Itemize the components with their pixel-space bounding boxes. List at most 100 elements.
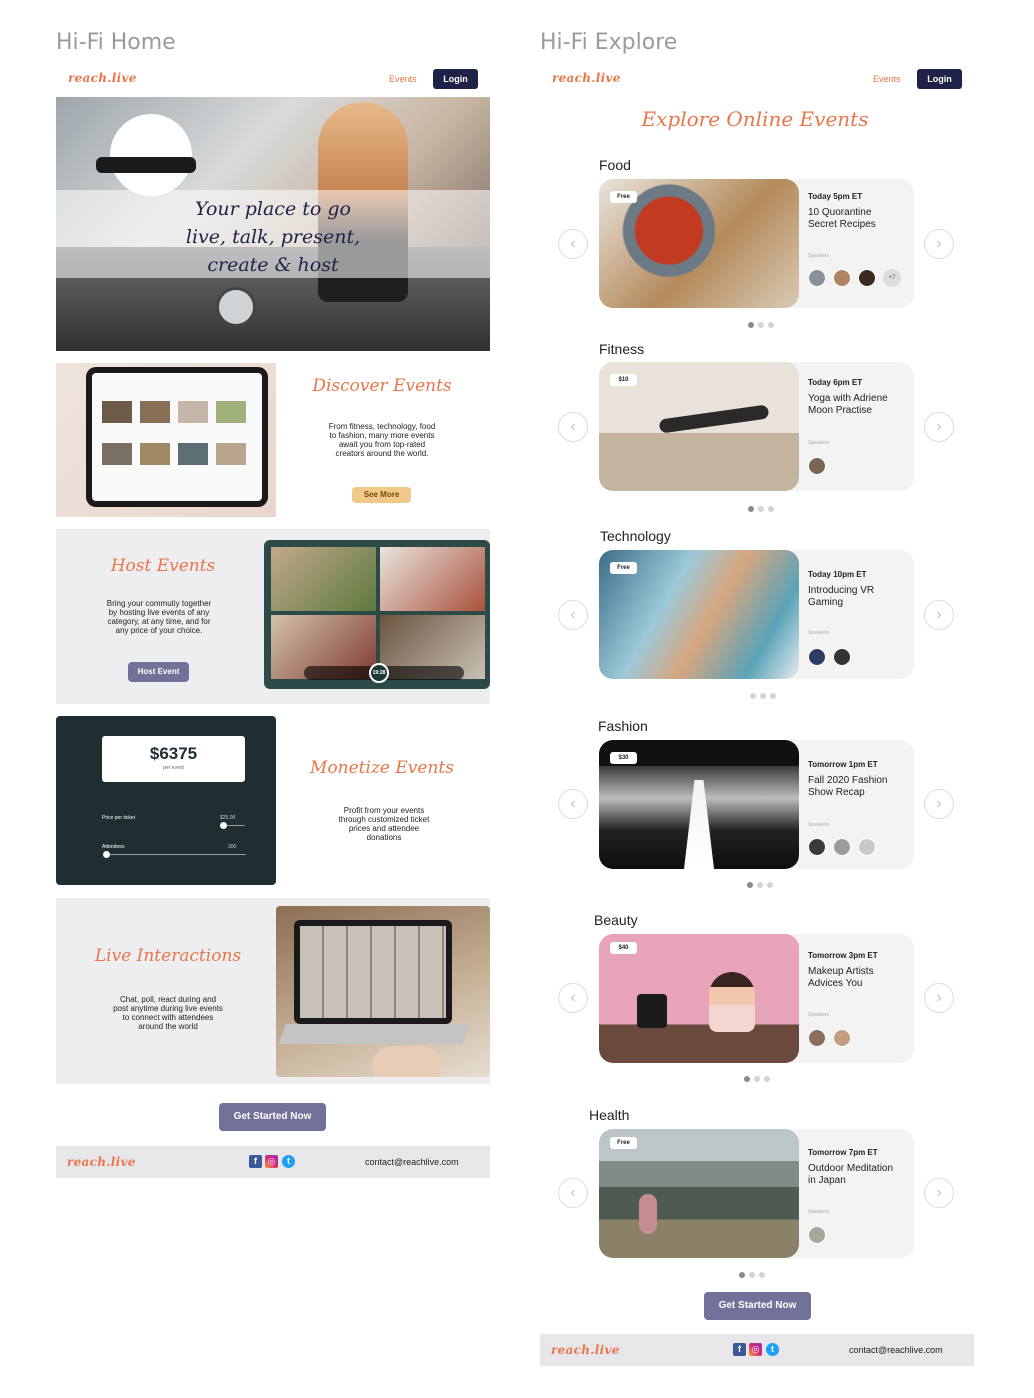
ticket-amount: $6375 [149,744,198,763]
home-logo[interactable]: reach.live [68,71,137,85]
video-call-grid [300,926,446,1018]
speaker-avatar[interactable] [833,269,851,287]
technology-next-arrow[interactable]: › [924,600,954,630]
price-badge-food: Free [610,191,637,203]
chevron-left-icon: ‹ [570,795,576,812]
technology-prev-arrow[interactable]: ‹ [558,600,588,630]
explore-get-started-button[interactable]: Get Started Now [704,1292,811,1320]
home-footer-email[interactable]: contact@reachlive.com [365,1157,459,1167]
event-card-health[interactable]: Free Tomorrow 7pm ET Outdoor Meditation i… [599,1129,914,1258]
speaker-avatar[interactable] [808,1029,826,1047]
event-title-line-1: Outdoor Meditation [808,1163,894,1174]
tablet-screen [92,373,262,501]
twitter-icon[interactable]: t [766,1343,779,1356]
fitness-next-arrow[interactable]: › [924,412,954,442]
fitness-prev-arrow[interactable]: ‹ [558,412,588,442]
category-label-technology: Technology [600,528,671,544]
video-tile-1 [271,547,376,611]
facebook-icon[interactable]: f [733,1343,746,1356]
discover-body: From fitness, technology, food to fashio… [328,422,436,458]
laptop-screen [294,920,452,1024]
twitter-icon[interactable]: t [282,1155,295,1168]
attendees-slider-handle[interactable] [103,851,110,858]
price-badge-technology: Free [610,562,637,574]
ticket-per-event: per event [163,765,184,771]
monetize-body: Profit from your events through customiz… [338,806,430,842]
price-slider-handle[interactable] [220,822,227,829]
fashion-prev-arrow[interactable]: ‹ [558,789,588,819]
home-login-button[interactable]: Login [433,69,478,89]
event-card-beauty[interactable]: $40 Tomorrow 3pm ET Makeup Artists Advice… [599,934,914,1063]
speaker-avatar[interactable] [808,269,826,287]
health-carousel-dots[interactable] [739,1272,765,1278]
category-label-health: Health [589,1107,630,1123]
see-more-button[interactable]: See More [352,487,411,503]
explore-login-button[interactable]: Login [917,69,962,89]
instagram-icon[interactable]: ◎ [749,1343,762,1356]
event-card-fitness[interactable]: $10 Today 6pm ET Yoga with Adriene Moon P… [599,362,914,491]
chevron-right-icon: › [936,606,942,623]
speaker-avatar[interactable] [808,648,826,666]
speakers-label-food: Speakers [808,253,830,259]
speakers-label-health: Speakers [808,1209,830,1215]
speaker-avatar[interactable] [808,1226,826,1244]
laptop-video-call-image [276,906,490,1077]
explore-footer-email[interactable]: contact@reachlive.com [849,1345,943,1355]
home-footer-logo[interactable]: reach.live [67,1155,136,1169]
fashion-carousel-dots[interactable] [747,882,773,888]
more-speakers-badge[interactable]: +7 [883,269,901,287]
event-title-line-1: Introducing VR [808,585,875,596]
speaker-avatar[interactable] [858,269,876,287]
event-card-technology[interactable]: Free Today 10pm ET Introducing VR Gaming … [599,550,914,679]
speakers-label-fitness: Speakers [808,440,830,446]
food-carousel-dots[interactable] [748,322,774,328]
speaker-avatar[interactable] [858,838,876,856]
instagram-icon[interactable]: ◎ [265,1155,278,1168]
event-title-line-2: Moon Practise [808,405,872,416]
price-per-ticket-label: Price per ticket [102,815,136,821]
price-per-ticket-value: $25.00 [220,815,236,821]
speaker-avatar[interactable] [808,457,826,475]
beauty-prev-arrow[interactable]: ‹ [558,983,588,1013]
food-next-arrow[interactable]: › [924,229,954,259]
beauty-carousel-dots[interactable] [744,1076,770,1082]
food-prev-arrow[interactable]: ‹ [558,229,588,259]
chevron-left-icon: ‹ [570,989,576,1006]
speakers-label-beauty: Speakers [808,1012,830,1018]
event-title-food: 10 Quorantine Secret Recipes [808,207,876,231]
explore-frame-title: Hi-Fi Explore [540,30,678,55]
home-footer: reach.live f ◎ t contact@reachlive.com [56,1146,490,1178]
speaker-avatar[interactable] [833,838,851,856]
speaker-avatar[interactable] [833,1029,851,1047]
explore-footer-logo[interactable]: reach.live [551,1343,620,1357]
event-title-line-2: in Japan [808,1175,846,1186]
event-card-fashion[interactable]: $30 Tomorrow 1pm ET Fall 2020 Fashion Sho… [599,740,914,869]
fitness-carousel-dots[interactable] [748,506,774,512]
chevron-left-icon: ‹ [570,1184,576,1201]
host-event-button[interactable]: Host Event [128,662,189,682]
event-time-fitness: Today 6pm ET [808,378,863,387]
beauty-next-arrow[interactable]: › [924,983,954,1013]
monetize-title: Monetize Events [310,758,454,778]
runway-image [684,780,714,869]
facebook-icon[interactable]: f [249,1155,262,1168]
event-title-line-2: Advices You [808,978,863,989]
health-next-arrow[interactable]: › [924,1178,954,1208]
explore-nav-events-link[interactable]: Events [873,74,901,84]
technology-carousel-dots[interactable] [750,693,776,699]
health-prev-arrow[interactable]: ‹ [558,1178,588,1208]
speaker-avatar[interactable] [833,648,851,666]
event-title-fitness: Yoga with Adriene Moon Practise [808,393,888,417]
host-body: Bring your commutiy together by hosting … [106,599,212,635]
explore-logo[interactable]: reach.live [552,71,621,85]
tablet-frame [86,367,268,507]
fashion-next-arrow[interactable]: › [924,789,954,819]
video-tile-2 [380,547,485,611]
speaker-avatar[interactable] [808,838,826,856]
camera-image [637,994,667,1028]
home-get-started-button[interactable]: Get Started Now [219,1103,326,1131]
event-card-food[interactable]: Free Today 5pm ET 10 Quorantine Secret Re… [599,179,914,308]
attendees-slider-track[interactable] [106,854,246,855]
home-nav-events-link[interactable]: Events [389,74,417,84]
monetize-panel: $6375 per event Price per ticket $25.00 … [56,716,276,885]
